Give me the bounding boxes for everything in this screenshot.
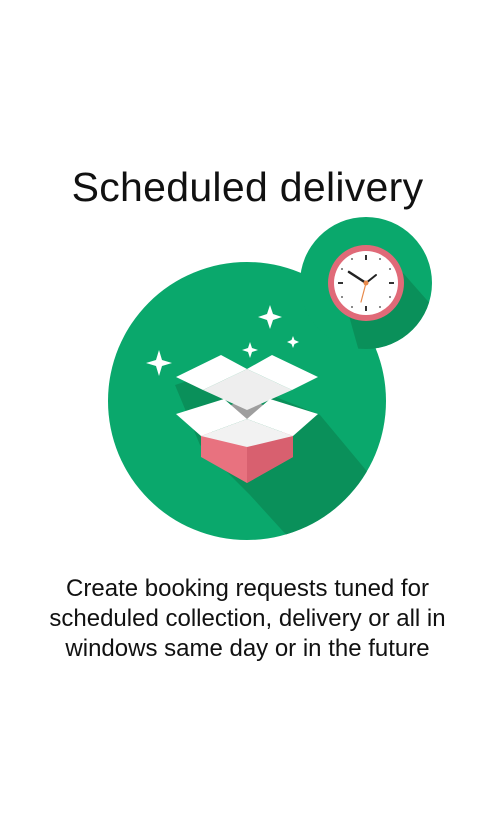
feature-description: Create booking requests tuned for schedu… xyxy=(49,575,446,662)
scheduled-delivery-illustration xyxy=(108,217,432,540)
page-title: Scheduled delivery xyxy=(71,164,424,210)
clock-icon xyxy=(328,245,404,321)
